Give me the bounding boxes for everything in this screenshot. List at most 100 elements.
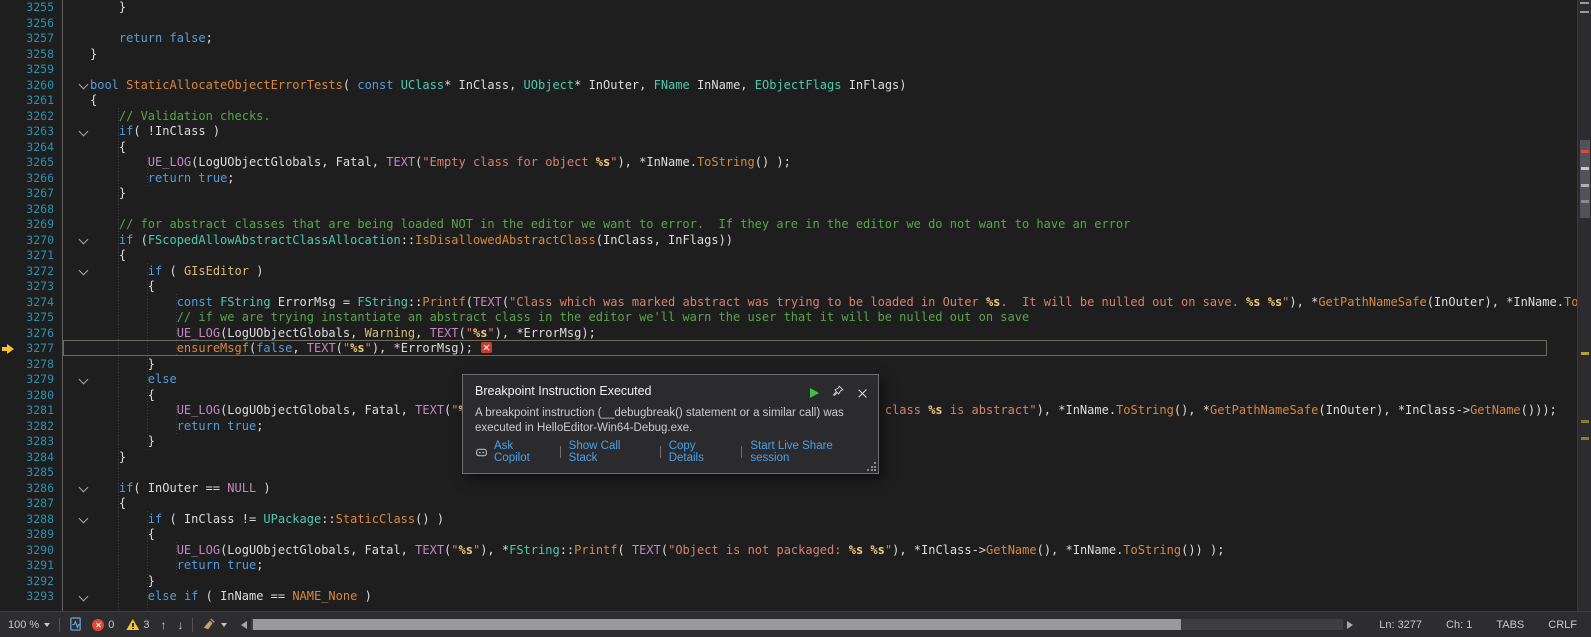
split-editor-handle[interactable] <box>1580 2 1589 13</box>
code-line[interactable]: const FString ErrorMsg = FString::Printf… <box>90 295 1577 311</box>
line-number[interactable]: 3286 <box>0 481 54 497</box>
line-number[interactable]: 3284 <box>0 450 54 466</box>
horizontal-scrollbar-track[interactable] <box>251 619 1343 630</box>
line-number[interactable]: 3293 <box>0 589 54 605</box>
line-number[interactable]: 3289 <box>0 527 54 543</box>
code-line[interactable]: { <box>90 496 126 512</box>
line-number[interactable]: 3269 <box>0 217 54 233</box>
line-number[interactable]: 3256 <box>0 16 54 32</box>
error-count[interactable]: 0 <box>108 619 114 631</box>
vertical-scrollbar[interactable] <box>1577 0 1591 611</box>
line-number[interactable]: 3281 <box>0 403 54 419</box>
line-number[interactable]: 3263 <box>0 124 54 140</box>
code-cleanup-dropdown-icon[interactable] <box>221 623 227 627</box>
line-number[interactable]: 3272 <box>0 264 54 280</box>
fold-chevron-icon[interactable] <box>79 80 89 90</box>
code-line[interactable]: } <box>90 186 126 202</box>
line-number[interactable]: 3259 <box>0 62 54 78</box>
code-line[interactable]: // for abstract classes that are being l… <box>90 217 1130 233</box>
line-number[interactable]: 3258 <box>0 47 54 63</box>
horizontal-scrollbar-thumb[interactable] <box>253 619 1181 630</box>
pin-icon[interactable] <box>832 384 844 402</box>
indent-mode-indicator[interactable]: TABS <box>1496 619 1524 631</box>
line-number[interactable]: 3274 <box>0 295 54 311</box>
code-area[interactable]: } return false;}bool StaticAllocateObjec… <box>90 0 1577 611</box>
fold-margin[interactable] <box>78 0 90 611</box>
code-line[interactable]: return true; <box>90 419 263 435</box>
line-number[interactable]: 3292 <box>0 574 54 590</box>
code-line[interactable]: // Validation checks. <box>90 109 271 125</box>
error-count-icon[interactable] <box>92 619 104 631</box>
line-number[interactable]: 3282 <box>0 419 54 435</box>
line-number[interactable]: 3279 <box>0 372 54 388</box>
line-number[interactable]: 3261 <box>0 93 54 109</box>
fold-chevron-icon[interactable] <box>79 591 89 601</box>
fold-chevron-icon[interactable] <box>79 514 89 524</box>
line-number[interactable]: 3291 <box>0 558 54 574</box>
gutter[interactable]: 3255325632573258325932603261326232633264… <box>0 0 60 611</box>
line-number[interactable]: 3268 <box>0 202 54 218</box>
copy-details-link[interactable]: Copy Details <box>669 440 734 464</box>
start-live-share-link[interactable]: Start Live Share session <box>750 440 874 464</box>
line-number[interactable]: 3257 <box>0 31 54 47</box>
line-number[interactable]: 3275 <box>0 310 54 326</box>
line-number[interactable]: 3273 <box>0 279 54 295</box>
ask-copilot-link[interactable]: Ask Copilot <box>494 440 552 464</box>
code-line[interactable]: if (FScopedAllowAbstractClassAllocation:… <box>90 233 733 249</box>
line-number[interactable]: 3265 <box>0 155 54 171</box>
line-number[interactable]: 3270 <box>0 233 54 249</box>
line-number[interactable]: 3290 <box>0 543 54 559</box>
code-line[interactable]: } <box>90 434 155 450</box>
error-glyph-icon[interactable] <box>481 342 492 353</box>
code-line[interactable]: if ( InClass != UPackage::StaticClass() … <box>90 512 444 528</box>
scroll-right-arrow-icon[interactable] <box>1347 621 1353 629</box>
close-icon[interactable] <box>857 388 868 399</box>
line-number[interactable]: 3266 <box>0 171 54 187</box>
continue-play-icon[interactable] <box>810 388 819 398</box>
code-line[interactable]: else <box>90 372 177 388</box>
code-line[interactable]: return false; <box>90 31 213 47</box>
column-indicator[interactable]: Ch: 1 <box>1446 619 1472 631</box>
code-line[interactable]: } <box>90 357 155 373</box>
line-number[interactable]: 3280 <box>0 388 54 404</box>
fold-chevron-icon[interactable] <box>79 235 89 245</box>
code-line[interactable]: { <box>90 388 155 404</box>
code-line[interactable]: if( !InClass ) <box>90 124 220 140</box>
document-health-icon[interactable] <box>69 617 82 632</box>
code-line[interactable]: ensureMsgf(false, TEXT("%s"), *ErrorMsg)… <box>90 341 492 357</box>
eol-indicator[interactable]: CRLF <box>1548 619 1577 631</box>
code-line[interactable]: { <box>90 140 126 156</box>
code-line[interactable]: } <box>90 0 126 16</box>
code-line[interactable]: { <box>90 93 97 109</box>
code-line[interactable]: UE_LOG(LogUObjectGlobals, Fatal, TEXT("E… <box>90 155 791 171</box>
line-number[interactable]: 3264 <box>0 140 54 156</box>
code-line[interactable]: } <box>90 47 97 63</box>
line-number[interactable]: 3262 <box>0 109 54 125</box>
code-line[interactable]: return true; <box>90 171 235 187</box>
code-line[interactable]: // if we are trying instantiate an abstr… <box>90 310 1029 326</box>
line-number[interactable]: 3283 <box>0 434 54 450</box>
line-number[interactable]: 3260 <box>0 78 54 94</box>
scroll-left-arrow-icon[interactable] <box>241 621 247 629</box>
line-indicator[interactable]: Ln: 3277 <box>1379 619 1422 631</box>
resize-grip[interactable] <box>867 462 876 471</box>
code-line[interactable]: { <box>90 248 126 264</box>
code-line[interactable]: else if ( InName == NAME_None ) <box>90 589 372 605</box>
code-line[interactable]: return true; <box>90 558 263 574</box>
line-number[interactable]: 3287 <box>0 496 54 512</box>
chevron-down-icon[interactable] <box>44 623 50 627</box>
code-line[interactable]: { <box>90 279 155 295</box>
previous-issue-icon[interactable]: ↑ <box>160 618 166 632</box>
warning-count[interactable]: 3 <box>143 619 149 631</box>
line-number[interactable]: 3278 <box>0 357 54 373</box>
code-line[interactable]: { <box>90 527 155 543</box>
code-line[interactable]: UE_LOG(LogUObjectGlobals, Warning, TEXT(… <box>90 326 596 342</box>
fold-chevron-icon[interactable] <box>79 483 89 493</box>
code-line[interactable]: } <box>90 450 126 466</box>
line-number[interactable]: 3267 <box>0 186 54 202</box>
zoom-level[interactable]: 100 % <box>8 619 39 631</box>
horizontal-scrollbar[interactable] <box>241 619 1353 630</box>
line-number[interactable]: 3276 <box>0 326 54 342</box>
code-line[interactable]: } <box>90 574 155 590</box>
code-editor[interactable]: 3255325632573258325932603261326232633264… <box>0 0 1577 611</box>
